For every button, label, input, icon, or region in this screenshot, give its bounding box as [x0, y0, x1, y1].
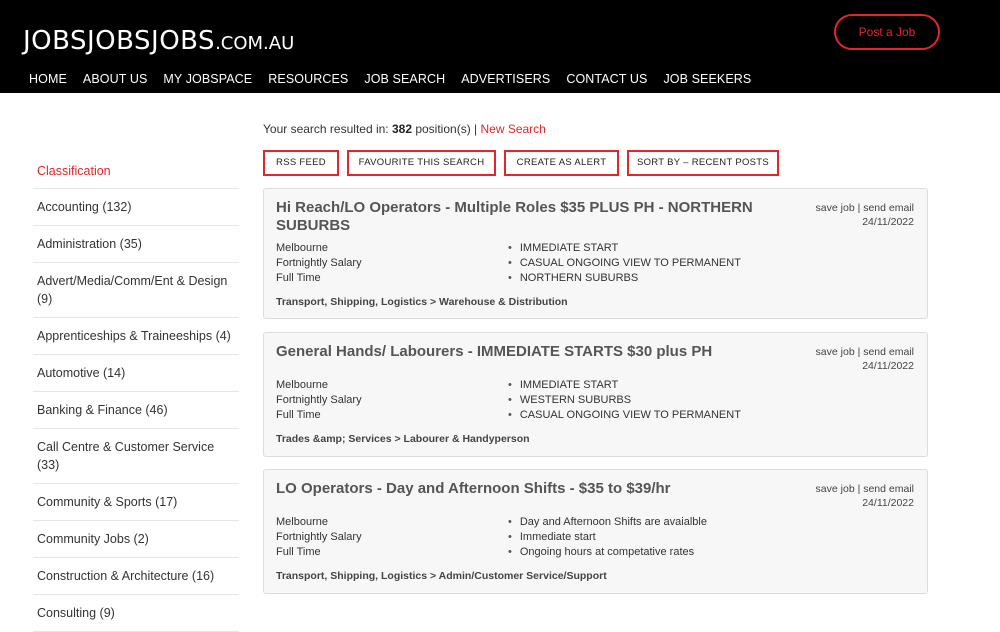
site-logo[interactable]: JOBSJOBSJOBS.COM.AU: [23, 24, 294, 62]
job-type: Full Time: [276, 272, 321, 284]
logo-tld-text: .COM.AU: [215, 33, 295, 54]
job-highlight: CASUAL ONGOING VIEW TO PERMANENT: [508, 256, 741, 271]
job-highlights: Day and Afternoon Shifts are avaialble I…: [508, 515, 707, 560]
job-date: 24/11/2022: [862, 360, 914, 372]
classification-item[interactable]: Accounting (132): [33, 189, 239, 226]
classification-item[interactable]: Advert/Media/Comm/Ent & Design (9): [33, 263, 239, 318]
job-details: Melbourne Fortnightly Salary Full Time: [276, 378, 362, 423]
job-date: 24/11/2022: [862, 497, 914, 509]
job-highlight: Day and Afternoon Shifts are avaialble: [508, 515, 707, 530]
job-title[interactable]: Hi Reach/LO Operators - Multiple Roles $…: [276, 199, 796, 235]
job-date: 24/11/2022: [862, 216, 914, 228]
send-email-link[interactable]: send email: [863, 202, 914, 214]
post-job-button[interactable]: Post a Job: [834, 14, 940, 50]
job-salary: Fortnightly Salary: [276, 531, 362, 543]
nav-job-seekers[interactable]: JOB SEEKERS: [663, 72, 751, 86]
classification-heading[interactable]: Classification: [33, 154, 239, 189]
job-highlight: Ongoing hours at competative rates: [508, 545, 707, 560]
job-card[interactable]: General Hands/ Labourers - IMMEDIATE STA…: [263, 332, 928, 457]
nav-resources[interactable]: RESOURCES: [268, 72, 348, 86]
job-meta: save job | send email 24/11/2022: [815, 202, 914, 228]
nav-about-us[interactable]: ABOUT US: [83, 72, 147, 86]
job-category[interactable]: Transport, Shipping, Logistics > Warehou…: [276, 296, 568, 308]
classification-item[interactable]: Banking & Finance (46): [33, 392, 239, 429]
classification-item[interactable]: Community Jobs (2): [33, 521, 239, 558]
result-count: 382: [391, 122, 412, 136]
job-details: Melbourne Fortnightly Salary Full Time: [276, 515, 362, 560]
main-nav: HOME ABOUT US MY JOBSPACE RESOURCES JOB …: [29, 72, 767, 86]
logo-main-text: JOBSJOBSJOBS: [23, 26, 216, 56]
job-card[interactable]: Hi Reach/LO Operators - Multiple Roles $…: [263, 188, 928, 319]
job-highlights: IMMEDIATE START CASUAL ONGOING VIEW TO P…: [508, 241, 741, 286]
send-email-link[interactable]: send email: [863, 483, 914, 495]
job-title[interactable]: General Hands/ Labourers - IMMEDIATE STA…: [276, 343, 796, 361]
nav-home[interactable]: HOME: [29, 72, 67, 86]
send-email-link[interactable]: send email: [863, 346, 914, 358]
create-alert-button[interactable]: CREATE AS ALERT: [504, 150, 619, 176]
search-summary: Your search resulted in: 382 position(s)…: [263, 122, 546, 136]
summary-suffix: position(s) |: [412, 122, 481, 136]
job-category[interactable]: Trades &amp; Services > Labourer & Handy…: [276, 433, 530, 445]
job-card[interactable]: LO Operators - Day and Afternoon Shifts …: [263, 469, 928, 594]
job-meta: save job | send email 24/11/2022: [815, 483, 914, 509]
job-category[interactable]: Transport, Shipping, Logistics > Admin/C…: [276, 570, 607, 582]
classification-item[interactable]: Consulting (9): [33, 595, 239, 632]
job-type: Full Time: [276, 546, 321, 558]
nav-job-search[interactable]: JOB SEARCH: [364, 72, 445, 86]
job-highlight: CASUAL ONGOING VIEW TO PERMANENT: [508, 408, 741, 423]
nav-my-jobspace[interactable]: MY JOBSPACE: [163, 72, 252, 86]
job-highlight: Immediate start: [508, 530, 707, 545]
job-highlights: IMMEDIATE START WESTERN SUBURBS CASUAL O…: [508, 378, 741, 423]
job-highlight: IMMEDIATE START: [508, 241, 741, 256]
classification-item[interactable]: Community & Sports (17): [33, 484, 239, 521]
job-salary: Fortnightly Salary: [276, 257, 362, 269]
favourite-search-button[interactable]: FAVOURITE THIS SEARCH: [347, 150, 496, 176]
job-highlight: IMMEDIATE START: [508, 378, 741, 393]
job-location: Melbourne: [276, 242, 328, 254]
sort-by-button[interactable]: SORT BY – RECENT POSTS: [627, 150, 779, 176]
new-search-link[interactable]: New Search: [480, 122, 545, 136]
classification-item[interactable]: Apprenticeships & Traineeships (4): [33, 318, 239, 355]
classification-item[interactable]: Call Centre & Customer Service (33): [33, 429, 239, 484]
save-job-link[interactable]: save job: [816, 483, 855, 495]
job-location: Melbourne: [276, 379, 328, 391]
summary-prefix: Your search resulted in:: [263, 122, 392, 136]
classification-sidebar: Classification Accounting (132) Administ…: [33, 154, 239, 632]
job-salary: Fortnightly Salary: [276, 394, 362, 406]
classification-item[interactable]: Automotive (14): [33, 355, 239, 392]
search-actions: RSS FEED FAVOURITE THIS SEARCH CREATE AS…: [263, 150, 787, 176]
classification-item[interactable]: Administration (35): [33, 226, 239, 263]
job-type: Full Time: [276, 409, 321, 421]
job-location: Melbourne: [276, 516, 328, 528]
job-highlight: NORTHERN SUBURBS: [508, 271, 741, 286]
nav-contact-us[interactable]: CONTACT US: [566, 72, 647, 86]
job-highlight: WESTERN SUBURBS: [508, 393, 741, 408]
rss-feed-button[interactable]: RSS FEED: [263, 150, 339, 176]
save-job-link[interactable]: save job: [816, 346, 855, 358]
job-details: Melbourne Fortnightly Salary Full Time: [276, 241, 362, 286]
classification-item[interactable]: Construction & Architecture (16): [33, 558, 239, 595]
save-job-link[interactable]: save job: [816, 202, 855, 214]
job-title[interactable]: LO Operators - Day and Afternoon Shifts …: [276, 480, 796, 498]
site-header: JOBSJOBSJOBS.COM.AU Post a Job HOME ABOU…: [0, 0, 1000, 93]
nav-advertisers[interactable]: ADVERTISERS: [461, 72, 550, 86]
job-meta: save job | send email 24/11/2022: [815, 346, 914, 372]
